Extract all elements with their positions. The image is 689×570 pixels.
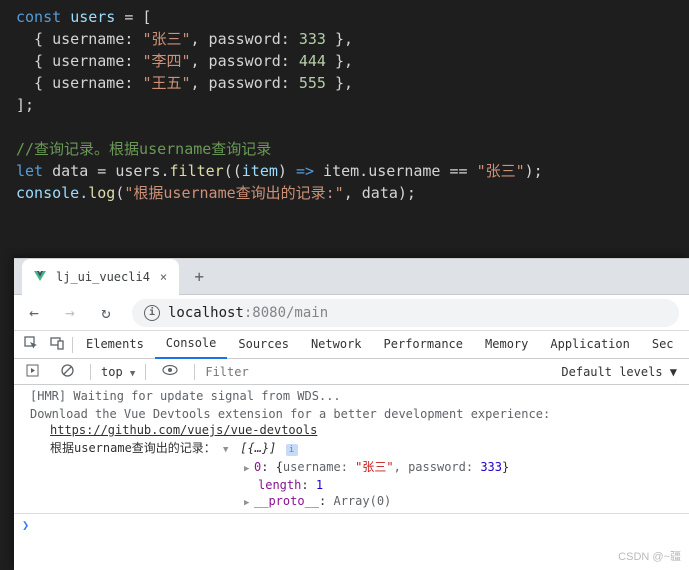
- reload-button[interactable]: ↻: [96, 303, 116, 322]
- tab-elements[interactable]: Elements: [75, 331, 155, 358]
- console-output: [HMR] Waiting for update signal from WDS…: [14, 385, 689, 536]
- log-levels-selector[interactable]: Default levels ▼: [561, 365, 683, 379]
- chevron-right-icon[interactable]: ▶: [244, 461, 254, 477]
- tab-security[interactable]: Sec: [641, 331, 685, 358]
- devtools-link[interactable]: https://github.com/vuejs/vue-devtools: [50, 423, 317, 437]
- clear-console-icon[interactable]: [55, 364, 80, 380]
- chevron-down-icon[interactable]: ▼: [223, 442, 233, 458]
- live-expression-icon[interactable]: [156, 364, 184, 379]
- back-button[interactable]: ←: [24, 303, 44, 322]
- browser-window: lj_ui_vuecli4 × + ← → ↻ i localhost:8080…: [14, 258, 689, 570]
- log-line: length: 1: [14, 477, 689, 493]
- devtools-tabs: Elements Console Sources Network Perform…: [14, 331, 689, 359]
- tab-console[interactable]: Console: [155, 330, 228, 359]
- tab-network[interactable]: Network: [300, 331, 373, 358]
- omnibox[interactable]: i localhost:8080/main: [132, 299, 679, 327]
- log-line: Download the Vue Devtools extension for …: [14, 405, 689, 439]
- tabs-row: lj_ui_vuecli4 × +: [14, 259, 689, 295]
- code-line: ];: [0, 94, 689, 116]
- context-selector[interactable]: top ▼: [101, 365, 135, 379]
- site-info-icon[interactable]: i: [144, 305, 160, 321]
- device-toolbar-icon[interactable]: [44, 336, 70, 353]
- code-line: const users = [: [0, 6, 689, 28]
- tab-performance[interactable]: Performance: [373, 331, 474, 358]
- code-editor: const users = [ { username: "张三", passwo…: [0, 0, 689, 222]
- log-line: ▶__proto__: Array(0): [14, 493, 689, 511]
- code-line: { username: "李四", password: 444 },: [0, 50, 689, 72]
- tab-sources[interactable]: Sources: [227, 331, 300, 358]
- forward-button[interactable]: →: [60, 303, 80, 322]
- chevron-right-icon[interactable]: ▶: [244, 495, 254, 511]
- info-badge-icon[interactable]: i: [286, 444, 298, 456]
- url-text: localhost:8080/main: [168, 305, 328, 321]
- console-toolbar: top ▼ Default levels ▼: [14, 359, 689, 385]
- log-line: [HMR] Waiting for update signal from WDS…: [14, 387, 689, 405]
- code-line: { username: "王五", password: 555 },: [0, 72, 689, 94]
- array-preview[interactable]: [{…}]: [240, 441, 276, 455]
- close-icon[interactable]: ×: [158, 270, 169, 284]
- log-line: 根据username查询出的记录： ▼ [{…}] i: [14, 439, 689, 459]
- code-line: let data = users.filter((item) => item.u…: [0, 160, 689, 182]
- code-line: { username: "张三", password: 333 },: [0, 28, 689, 50]
- watermark: CSDN @~疆: [618, 548, 681, 564]
- code-line: [0, 116, 689, 138]
- new-tab-button[interactable]: +: [185, 263, 213, 291]
- code-line: console.log("根据username查询出的记录:", data);: [0, 182, 689, 204]
- console-prompt[interactable]: ❯: [14, 513, 689, 536]
- log-line: ▶0: {username: "张三", password: 333}: [14, 459, 689, 477]
- browser-tab[interactable]: lj_ui_vuecli4 ×: [22, 259, 179, 295]
- tab-memory[interactable]: Memory: [474, 331, 539, 358]
- filter-input[interactable]: [205, 365, 551, 379]
- tab-application[interactable]: Application: [539, 331, 640, 358]
- inspect-icon[interactable]: [18, 336, 44, 353]
- address-bar-row: ← → ↻ i localhost:8080/main: [14, 295, 689, 331]
- code-line: //查询记录。根据username查询记录: [0, 138, 689, 160]
- tab-title: lj_ui_vuecli4: [56, 270, 150, 284]
- vue-icon: [32, 269, 48, 285]
- sidebar-toggle-icon[interactable]: [20, 364, 45, 380]
